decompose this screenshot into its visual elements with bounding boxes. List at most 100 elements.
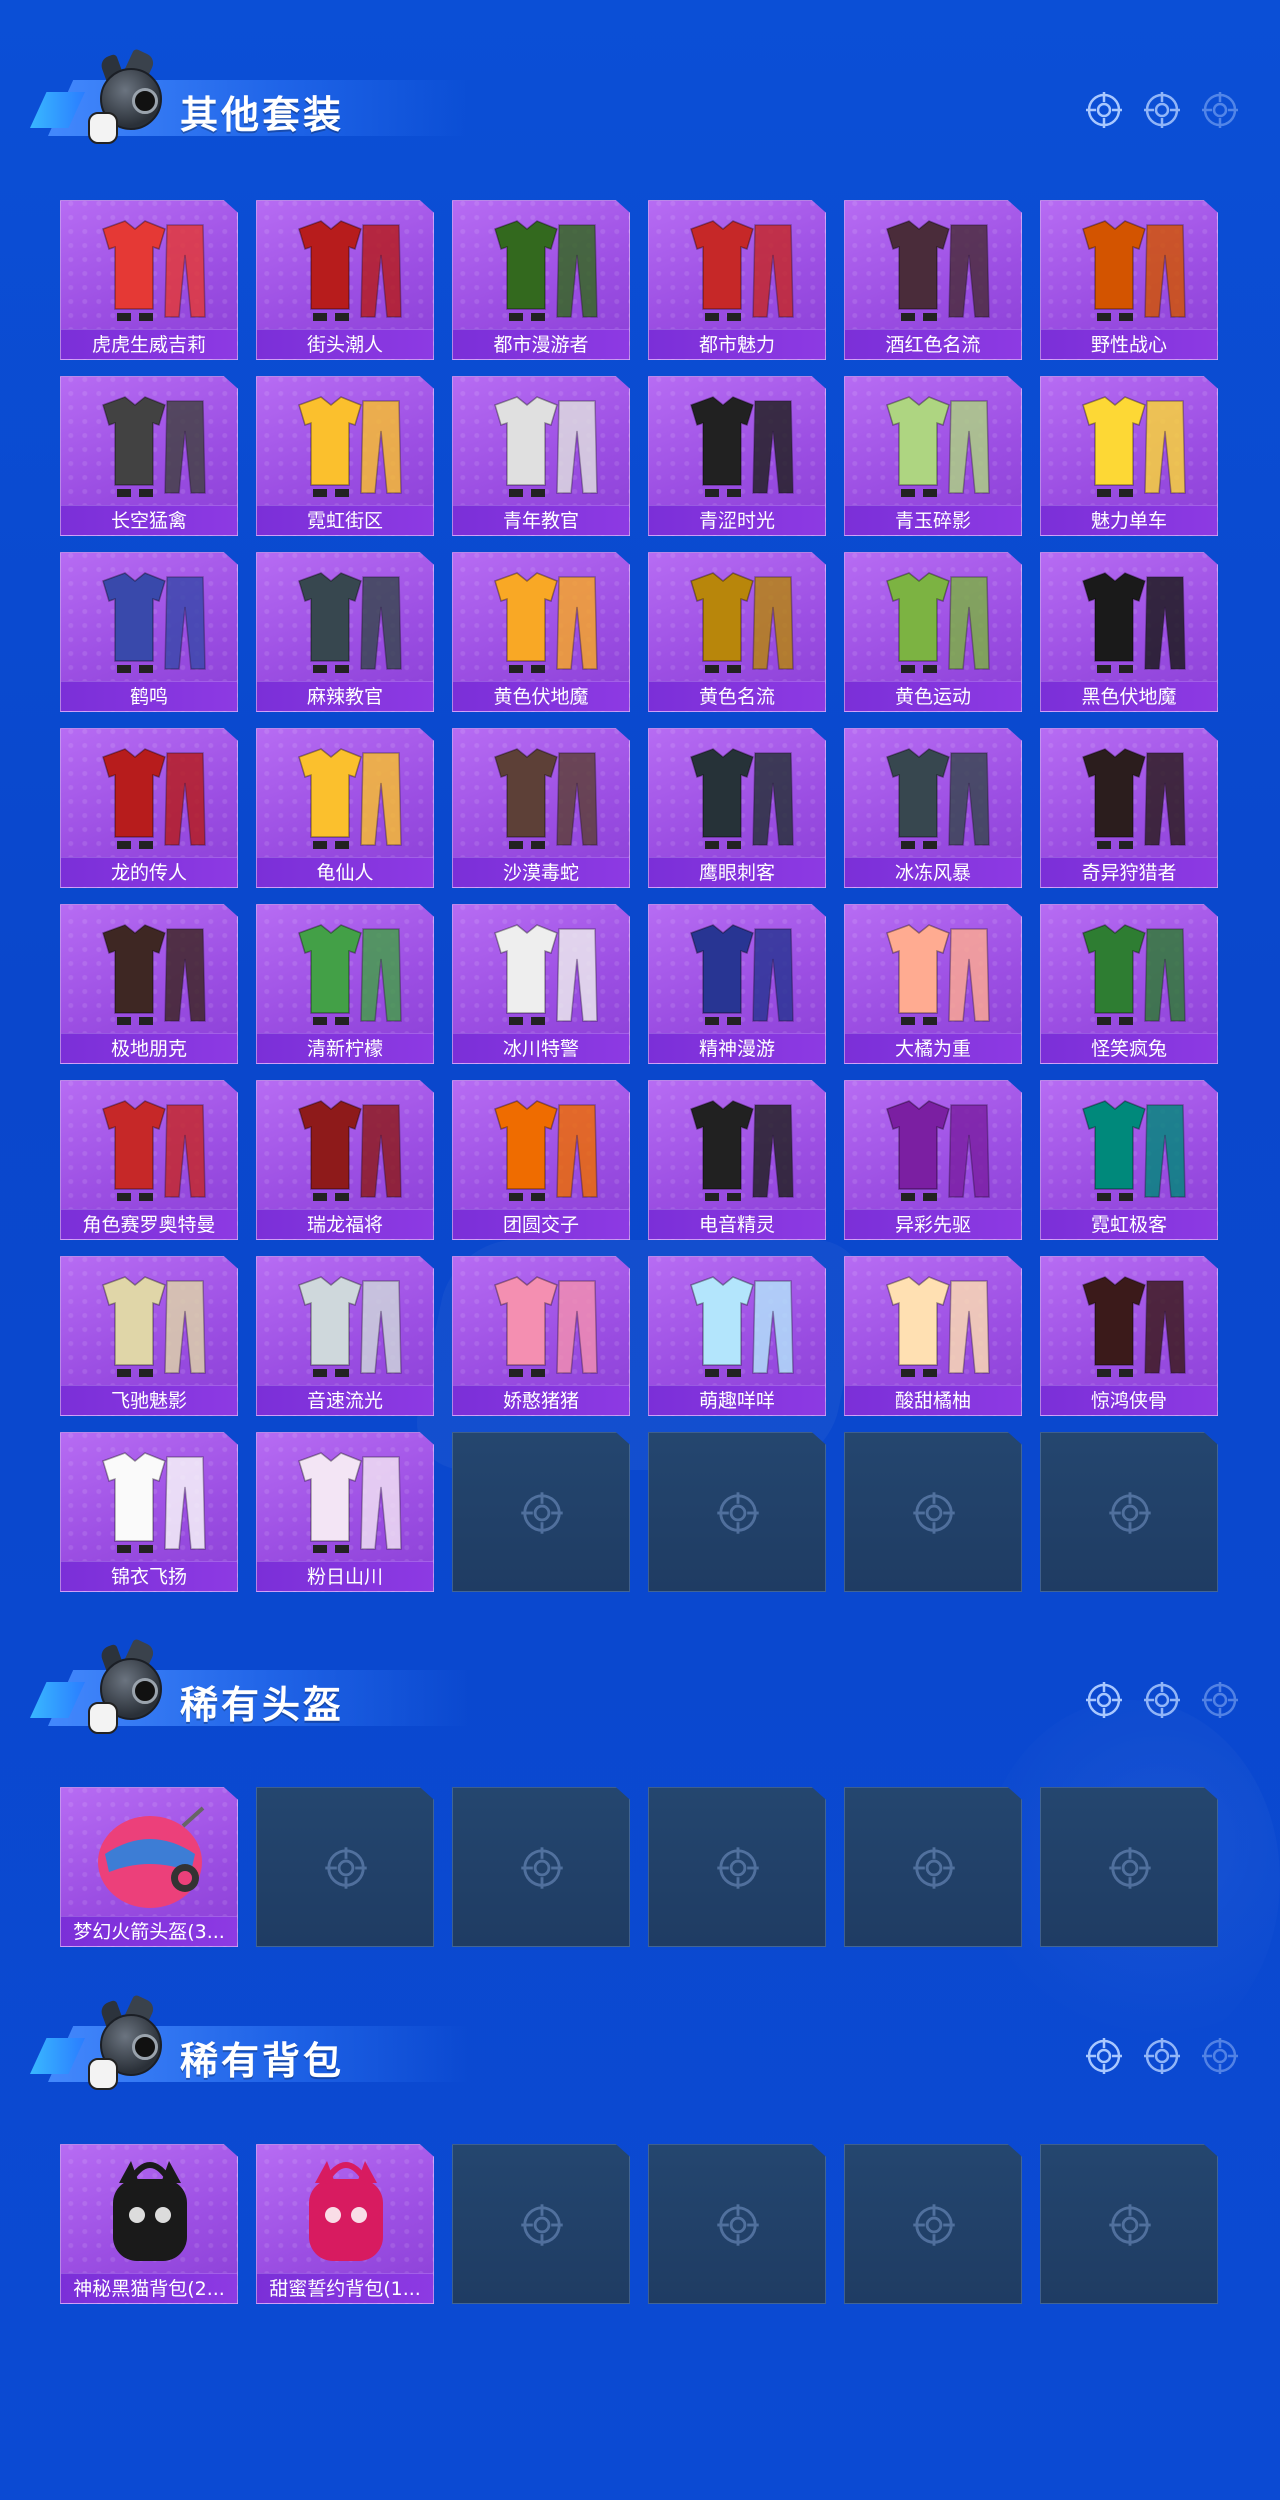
crosshair-icon [911,1845,957,1891]
reticle-icons [1084,2036,1240,2076]
item-card[interactable]: 飞驰魅影 [60,1256,238,1416]
section-header: 其他套装 [30,48,1280,150]
item-card[interactable]: 异彩先驱 [844,1080,1022,1240]
item-card[interactable]: 萌趣咩咩 [648,1256,826,1416]
item-label: 霓虹街区 [257,505,433,535]
outfit-icon [73,737,227,855]
item-label: 龙的传人 [61,857,237,887]
item-card[interactable]: 锦衣飞扬 [60,1432,238,1592]
empty-slot [452,1432,630,1592]
helmet-icon [73,1796,227,1914]
crosshair-icon [715,1490,761,1536]
crosshair-icon [911,1490,957,1536]
item-card[interactable]: 街头潮人 [256,200,434,360]
item-label: 酒红色名流 [845,329,1021,359]
item-label: 飞驰魅影 [61,1385,237,1415]
item-card[interactable]: 团圆交子 [452,1080,630,1240]
item-label: 锦衣飞扬 [61,1561,237,1591]
crosshair-icon [1084,90,1124,130]
outfit-icon [73,561,227,679]
item-card[interactable]: 虎虎生威吉莉 [60,200,238,360]
outfit-icon [73,385,227,503]
item-card[interactable]: 青年教官 [452,376,630,536]
item-card[interactable]: 黄色伏地魔 [452,552,630,712]
item-label: 鹤鸣 [61,681,237,711]
item-card[interactable]: 酒红色名流 [844,200,1022,360]
item-card[interactable]: 冰冻风暴 [844,728,1022,888]
item-card[interactable]: 神秘黑猫背包(2... [60,2144,238,2304]
item-card[interactable]: 野性战心 [1040,200,1218,360]
item-card[interactable]: 清新柠檬 [256,904,434,1064]
item-card[interactable]: 甜蜜誓约背包(1... [256,2144,434,2304]
item-card[interactable]: 梦幻火箭头盔(3... [60,1787,238,1947]
mascot-icon [88,48,173,145]
item-card[interactable]: 青涩时光 [648,376,826,536]
item-card[interactable]: 音速流光 [256,1256,434,1416]
item-label: 奇异狩猎者 [1041,857,1217,887]
item-card[interactable]: 电音精灵 [648,1080,826,1240]
outfit-icon [269,1265,423,1383]
outfit-icon [857,913,1011,1031]
item-grid: 虎虎生威吉莉 街头潮人 都市漫游者 都市魅力 酒红色名流 野性战心长空猛禽 霓虹街区 青年教官… [60,200,1218,1592]
section-title: 其他套装 [180,93,345,137]
item-card[interactable]: 冰川特警 [452,904,630,1064]
item-card[interactable]: 怪笑疯兔 [1040,904,1218,1064]
outfit-icon [661,209,815,327]
item-card[interactable]: 角色赛罗奥特曼 [60,1080,238,1240]
item-label: 惊鸿侠骨 [1041,1385,1217,1415]
item-card[interactable]: 大橘为重 [844,904,1022,1064]
crosshair-icon [519,1490,565,1536]
mascot-icon [88,1638,173,1735]
outfit-icon [1053,737,1207,855]
item-card[interactable]: 奇异狩猎者 [1040,728,1218,888]
item-card[interactable]: 瑞龙福将 [256,1080,434,1240]
item-card[interactable]: 惊鸿侠骨 [1040,1256,1218,1416]
item-card[interactable]: 粉日山川 [256,1432,434,1592]
item-card[interactable]: 鹰眼刺客 [648,728,826,888]
reticle-icons [1084,90,1240,130]
outfit-icon [857,1089,1011,1207]
reticle-icons [1084,1680,1240,1720]
item-card[interactable]: 都市漫游者 [452,200,630,360]
item-card[interactable]: 鹤鸣 [60,552,238,712]
item-label: 鹰眼刺客 [649,857,825,887]
outfit-icon [465,561,619,679]
item-label: 电音精灵 [649,1209,825,1239]
item-label: 魅力单车 [1041,505,1217,535]
item-card[interactable]: 霓虹极客 [1040,1080,1218,1240]
item-label: 黄色名流 [649,681,825,711]
item-card[interactable]: 精神漫游 [648,904,826,1064]
item-card[interactable]: 娇憨猪猪 [452,1256,630,1416]
item-card[interactable]: 都市魅力 [648,200,826,360]
item-card[interactable]: 青玉碎影 [844,376,1022,536]
item-card[interactable]: 极地朋克 [60,904,238,1064]
item-label: 瑞龙福将 [257,1209,433,1239]
item-label: 精神漫游 [649,1033,825,1063]
item-card[interactable]: 魅力单车 [1040,376,1218,536]
item-card[interactable]: 黄色运动 [844,552,1022,712]
item-grid: 梦幻火箭头盔(3... [60,1787,1218,1947]
empty-slot [1040,1432,1218,1592]
empty-slot [844,1432,1022,1592]
item-card[interactable]: 霓虹街区 [256,376,434,536]
crosshair-icon [1107,2202,1153,2248]
item-card[interactable]: 酸甜橘柚 [844,1256,1022,1416]
item-card[interactable]: 龙的传人 [60,728,238,888]
empty-slot [844,1787,1022,1947]
item-card[interactable]: 沙漠毒蛇 [452,728,630,888]
crosshair-icon [1200,2036,1240,2076]
item-card[interactable]: 麻辣教官 [256,552,434,712]
crosshair-icon [715,1845,761,1891]
crosshair-icon [1107,1845,1153,1891]
item-card[interactable]: 龟仙人 [256,728,434,888]
item-label: 麻辣教官 [257,681,433,711]
item-card[interactable]: 黑色伏地魔 [1040,552,1218,712]
crosshair-icon [1200,90,1240,130]
outfit-icon [269,737,423,855]
item-label: 团圆交子 [453,1209,629,1239]
item-card[interactable]: 长空猛禽 [60,376,238,536]
empty-slot [256,1787,434,1947]
item-label: 清新柠檬 [257,1033,433,1063]
item-card[interactable]: 黄色名流 [648,552,826,712]
outfit-icon [857,209,1011,327]
